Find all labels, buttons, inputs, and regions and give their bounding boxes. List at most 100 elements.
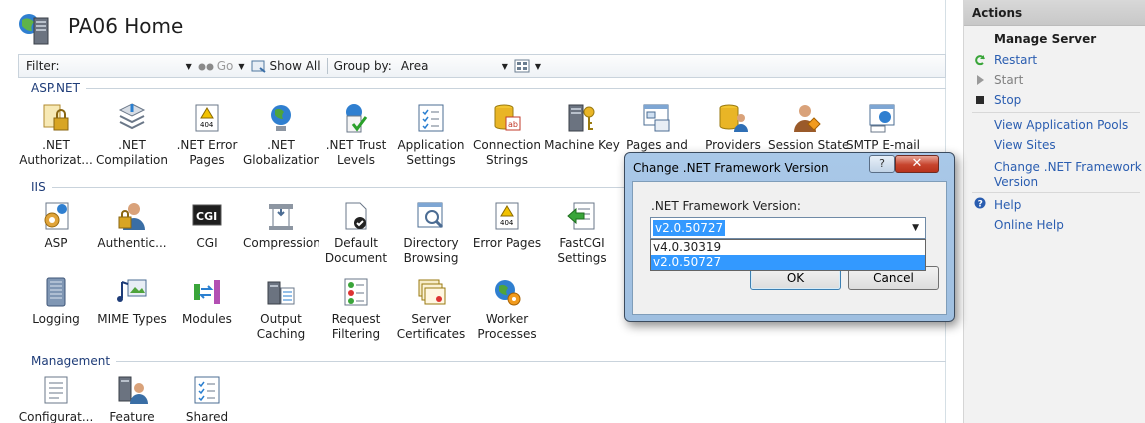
view-grid-icon xyxy=(514,59,530,73)
tile-label-line2: Caching xyxy=(256,327,306,341)
asp-icon xyxy=(44,202,69,230)
tile-label-line1: Output xyxy=(260,312,302,326)
tile-cgi[interactable]: CGI CGI xyxy=(169,200,245,251)
modules-icon xyxy=(194,280,220,304)
tile-label-line1: Worker xyxy=(485,312,529,326)
tile-net-error-pages[interactable]: 404 .NET Error Pages xyxy=(169,102,245,168)
compression-icon xyxy=(269,204,293,230)
machine-key-icon xyxy=(568,104,595,132)
filter-input[interactable] xyxy=(63,57,184,75)
tile-application-settings[interactable]: Application Settings xyxy=(393,102,469,168)
section-management: Management xyxy=(31,354,947,368)
tile-compression[interactable]: Compression xyxy=(243,200,319,251)
tile-label-line1: .NET Trust xyxy=(325,138,387,152)
actions-pane: Actions Manage Server Restart Start Stop… xyxy=(963,0,1145,423)
database-icon: ab xyxy=(494,104,521,131)
section-divider xyxy=(85,87,946,89)
svg-text:?: ? xyxy=(978,200,983,210)
tile-label-line1: CGI xyxy=(196,236,218,250)
framework-version-option[interactable]: v4.0.30319 xyxy=(651,240,925,255)
tile-connection-strings[interactable]: ab Connection Strings xyxy=(469,102,545,168)
binoculars-icon xyxy=(198,63,214,71)
tile-label-line2: Processes xyxy=(477,327,537,341)
tile-request-filtering[interactable]: Request Filtering xyxy=(318,276,394,342)
tile-net-authorization[interactable]: .NET Authorizat... xyxy=(18,102,94,168)
dialog-title: Change .NET Framework Version xyxy=(633,161,829,175)
tile-default-document[interactable]: Default Document xyxy=(318,200,394,266)
view-application-pools-link[interactable]: View Application Pools xyxy=(994,118,1128,133)
tile-label-line1: Server xyxy=(411,312,451,326)
tile-feature-delegation[interactable]: Feature xyxy=(94,374,170,423)
feature-delegation-icon xyxy=(118,376,148,404)
tile-shared-configuration[interactable]: Shared xyxy=(169,374,245,423)
svg-text:404: 404 xyxy=(500,219,514,227)
tile-label-line2: Document xyxy=(324,251,388,265)
tile-machine-key[interactable]: Machine Key xyxy=(544,102,620,153)
section-iis: IIS xyxy=(31,180,632,194)
dialog-body: .NET Framework Version: v2.0.50727 ▼ v4.… xyxy=(632,181,947,315)
framework-version-option[interactable]: v2.0.50727 xyxy=(651,255,925,270)
tile-net-globalization[interactable]: .NET Globalization xyxy=(243,102,319,168)
tile-label-line1: Session State xyxy=(768,138,848,152)
tile-label-line1: Error Pages xyxy=(472,236,542,250)
tile-session-state[interactable]: Session State xyxy=(768,102,848,153)
directory-browsing-icon xyxy=(417,202,444,229)
dialog-help-button[interactable]: ? xyxy=(869,155,895,173)
tile-net-compilation[interactable]: .NET Compilation xyxy=(94,102,170,168)
dialog-close-button[interactable]: ✕ xyxy=(895,155,939,173)
filter-dropdown-arrow-icon[interactable]: ▼ xyxy=(186,62,192,71)
start-action[interactable]: Start xyxy=(994,73,1023,88)
go-label: Go xyxy=(216,59,234,73)
actions-divider xyxy=(972,112,1140,113)
tile-directory-browsing[interactable]: Directory Browsing xyxy=(393,200,469,266)
configuration-editor-icon xyxy=(44,376,68,404)
tile-label-line2: Authorizat... xyxy=(19,153,93,167)
tile-fastcgi-settings[interactable]: FastCGI Settings xyxy=(544,200,620,266)
view-sites-link[interactable]: View Sites xyxy=(994,138,1056,153)
tile-output-caching[interactable]: Output Caching xyxy=(243,276,319,342)
help-link[interactable]: Help xyxy=(994,198,1021,213)
restart-action[interactable]: Restart xyxy=(994,53,1037,68)
tile-modules[interactable]: Modules xyxy=(169,276,245,327)
tile-label-line1: Logging xyxy=(32,312,80,326)
tile-server-certificates[interactable]: Server Certificates xyxy=(393,276,469,342)
stop-action[interactable]: Stop xyxy=(994,93,1021,108)
tile-label-line1: ASP xyxy=(44,236,68,250)
net-compilation-icon xyxy=(118,103,146,130)
tile-error-pages[interactable]: 404 Error Pages xyxy=(469,200,545,251)
go-button[interactable]: Go ▼ xyxy=(198,59,245,73)
view-toggle-button[interactable]: ▼ xyxy=(514,59,541,73)
filter-toolbar: Filter: ▼ Go ▼ Show All Group by: Area ▼… xyxy=(18,54,946,78)
tile-label-line1: Request xyxy=(331,312,381,326)
tile-label-line2: Filtering xyxy=(331,327,381,341)
online-help-link[interactable]: Online Help xyxy=(994,218,1064,233)
section-divider xyxy=(116,360,947,362)
tile-configuration-editor[interactable]: Configurat... xyxy=(18,374,94,423)
tile-label-line2: Strings xyxy=(485,153,529,167)
tile-mime-types[interactable]: MIME Types xyxy=(94,276,170,327)
tile-logging[interactable]: Logging xyxy=(18,276,94,327)
stop-icon xyxy=(976,96,984,104)
shared-configuration-icon xyxy=(194,376,220,404)
fastcgi-settings-icon xyxy=(567,202,595,230)
globe-icon xyxy=(271,105,291,131)
show-all-button[interactable]: Show All xyxy=(251,59,321,73)
tile-authentication[interactable]: Authentic... xyxy=(94,200,170,251)
tile-label-line1: FastCGI xyxy=(559,236,605,250)
tile-providers[interactable]: Providers xyxy=(695,102,771,153)
help-icon: ? xyxy=(974,197,986,209)
tile-smtp-email[interactable]: SMTP E-mail xyxy=(844,102,922,153)
change-net-framework-link[interactable]: Change .NET Framework Version xyxy=(994,160,1142,190)
tile-label-line1: Configurat... xyxy=(18,410,94,423)
framework-version-select[interactable]: v2.0.50727 ▼ xyxy=(650,217,926,239)
tile-net-trust-levels[interactable]: .NET Trust Levels xyxy=(318,102,394,168)
tile-pages-and-controls[interactable]: Pages and xyxy=(619,102,695,153)
section-aspnet-title: ASP.NET xyxy=(31,81,80,95)
chevron-down-icon: ▼ xyxy=(912,223,919,233)
tile-label-line1: Feature xyxy=(109,410,155,423)
tile-worker-processes[interactable]: Worker Processes xyxy=(469,276,545,342)
tile-asp[interactable]: ASP xyxy=(18,200,94,251)
group-by-select[interactable]: Area ▼ xyxy=(398,57,508,75)
pages-controls-icon xyxy=(643,104,670,132)
go-dropdown-arrow-icon: ▼ xyxy=(238,61,245,71)
